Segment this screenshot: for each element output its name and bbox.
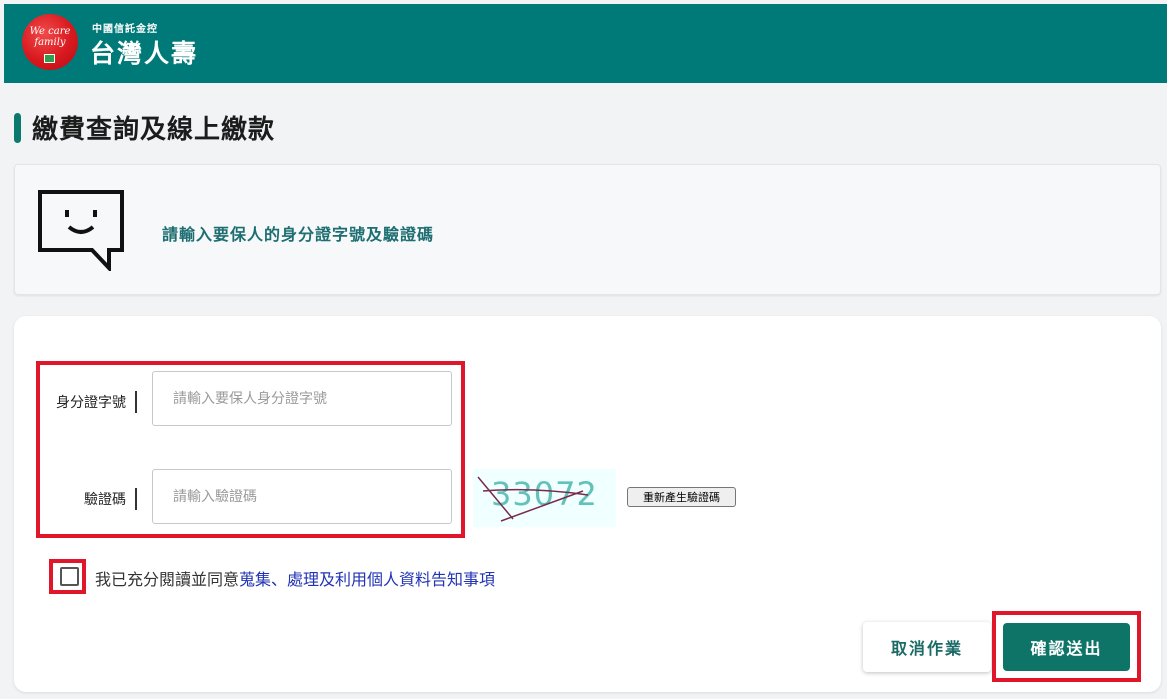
agreement-prefix: 我已充分閱讀並同意 bbox=[95, 570, 240, 589]
regenerate-captcha-button[interactable]: 重新產生驗證碼 bbox=[627, 487, 736, 507]
id-number-label: 身分證字號 bbox=[56, 395, 126, 411]
captcha-noise-lines bbox=[477, 476, 589, 522]
logo-lettering: We care family bbox=[29, 26, 71, 48]
captcha-label-separator bbox=[135, 488, 137, 510]
page-title: 繳費查詢及線上繳款 bbox=[32, 115, 276, 145]
submit-button[interactable]: 確認送出 bbox=[1003, 623, 1130, 671]
info-message: 請輸入要保人的身分證字號及驗證碼 bbox=[162, 225, 435, 244]
cancel-button[interactable]: 取消作業 bbox=[863, 622, 991, 672]
privacy-notice-link[interactable]: 蒐集、處理及利用個人資料告知事項 bbox=[239, 570, 495, 589]
smile-speech-bubble-icon bbox=[38, 190, 124, 271]
captcha-input[interactable] bbox=[152, 469, 452, 524]
brand-name: 台灣人壽 bbox=[90, 39, 199, 68]
brand-group-name: 中國信託金控 bbox=[92, 24, 158, 35]
captcha-image: 33072 bbox=[473, 469, 616, 527]
id-label-separator bbox=[135, 391, 137, 413]
site-header: We care family 中國信託金控 台灣人壽 bbox=[4, 4, 1167, 83]
info-card: 請輸入要保人的身分證字號及驗證碼 bbox=[14, 164, 1161, 295]
captcha-label: 驗證碼 bbox=[84, 492, 126, 508]
id-number-input[interactable] bbox=[152, 371, 452, 426]
agree-checkbox[interactable] bbox=[60, 567, 79, 586]
agreement-text: 我已充分閱讀並同意蒐集、處理及利用個人資料告知事項 bbox=[95, 566, 495, 590]
company-logo[interactable]: We care family bbox=[22, 14, 78, 70]
logo-mark-icon bbox=[44, 54, 55, 63]
title-accent-bar bbox=[14, 113, 21, 143]
